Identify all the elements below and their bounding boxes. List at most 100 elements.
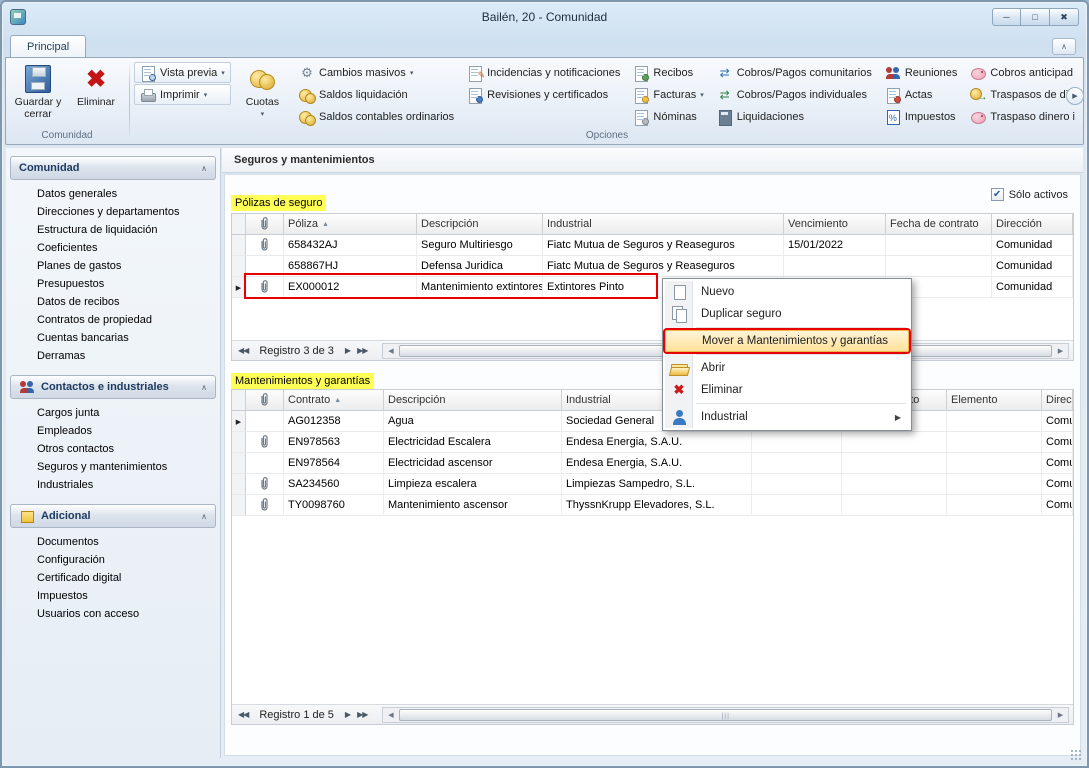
polizas-table-row[interactable]: 658432AJ Seguro Multiriesgo Fiatc Mutua … <box>232 235 1073 256</box>
cell-vencimiento[interactable]: 15/01/2022 <box>784 235 886 255</box>
cobros-pagos-individuales-button[interactable]: ⇄ Cobros/Pagos individuales <box>712 84 877 105</box>
traspasos-dinero-button[interactable]: Traspasos de din <box>965 84 1080 105</box>
cell-direccion[interactable]: Comunidad <box>1042 453 1073 473</box>
column-header-industrial[interactable]: Industrial <box>543 214 784 234</box>
horizontal-scrollbar[interactable]: ◀ ▶ <box>382 707 1069 723</box>
cell-descripcion[interactable]: Mantenimiento extintores <box>417 277 543 297</box>
cell-contrato[interactable]: AG012358 <box>284 411 384 431</box>
sidebar-item[interactable]: Cuentas bancarias <box>10 329 216 347</box>
close-button[interactable]: ✖ <box>1050 8 1079 26</box>
cell-descripcion[interactable]: Electricidad ascensor <box>384 453 562 473</box>
menu-item-duplicar-seguro[interactable]: Duplicar seguro <box>665 303 909 325</box>
nominas-button[interactable]: Nóminas <box>628 106 708 127</box>
impuestos-button[interactable]: Impuestos <box>880 106 963 127</box>
mantenimientos-table-row[interactable]: TY0098760 Mantenimiento ascensor ThyssnK… <box>232 495 1073 516</box>
cell-direccion[interactable]: Comunidad <box>1042 411 1073 431</box>
sidebar-item[interactable]: Planes de gastos <box>10 257 216 275</box>
column-header-elemento[interactable]: Elemento <box>947 390 1042 410</box>
nav-first-button[interactable]: ◀◀ <box>236 710 250 719</box>
nav-last-button[interactable]: ▶▶ <box>355 710 369 719</box>
cell-fecha-contrato[interactable] <box>886 256 992 276</box>
column-header-descripcion[interactable]: Descripción <box>417 214 543 234</box>
incidencias-button[interactable]: ✎ Incidencias y notificaciones <box>462 62 625 83</box>
tab-principal[interactable]: Principal <box>10 35 86 58</box>
sidebar-item[interactable]: Otros contactos <box>10 440 216 458</box>
mantenimientos-table-row[interactable]: SA234560 Limpieza escalera Limpiezas Sam… <box>232 474 1073 495</box>
sidebar-item[interactable]: Cargos junta <box>10 404 216 422</box>
column-header-vencimiento[interactable]: Vencimiento <box>784 214 886 234</box>
sidebar-item[interactable]: Configuración <box>10 551 216 569</box>
cell-industrial[interactable]: Fiatc Mutua de Seguros y Reaseguros <box>543 256 784 276</box>
cell-industrial[interactable]: ThyssnKrupp Elevadores, S.L. <box>562 495 752 515</box>
cell-contrato[interactable]: TY0098760 <box>284 495 384 515</box>
scroll-right-icon[interactable]: ▶ <box>1053 347 1068 355</box>
cell-direccion[interactable]: Comunidad <box>992 235 1073 255</box>
sidebar-item[interactable]: Datos de recibos <box>10 293 216 311</box>
scroll-right-icon[interactable]: ▶ <box>1053 711 1068 719</box>
cell-direccion[interactable]: Comunidad <box>1042 474 1073 494</box>
cell-poliza[interactable]: 658432AJ <box>284 235 417 255</box>
column-header-descripcion[interactable]: Descripción <box>384 390 562 410</box>
revisiones-button[interactable]: Revisiones y certificados <box>462 84 625 105</box>
scrollbar-thumb[interactable] <box>399 709 1052 721</box>
sidebar-item[interactable]: Empleados <box>10 422 216 440</box>
sidebar-item[interactable]: Impuestos <box>10 587 216 605</box>
scroll-left-icon[interactable]: ◀ <box>383 711 398 719</box>
cobros-anticipados-button[interactable]: Cobros anticipad <box>965 62 1080 83</box>
vista-previa-button[interactable]: Vista previa ▾ <box>134 62 231 83</box>
sidebar-item[interactable]: Presupuestos <box>10 275 216 293</box>
mantenimientos-table-row[interactable]: AG012358 Agua Sociedad General Comunidad <box>232 411 1073 432</box>
nav-first-button[interactable]: ◀◀ <box>236 346 250 355</box>
cell-poliza[interactable]: 658867HJ <box>284 256 417 276</box>
traspaso-dinero-i-button[interactable]: Traspaso dinero i <box>965 106 1080 127</box>
ribbon-scroll-right-button[interactable]: ▶ <box>1066 87 1084 105</box>
actas-button[interactable]: Actas <box>880 84 963 105</box>
cobros-pagos-comunitarios-button[interactable]: ⇄ Cobros/Pagos comunitarios <box>712 62 877 83</box>
collapse-ribbon-button[interactable]: ∧ <box>1052 38 1076 55</box>
sidebar-group-header-adicional[interactable]: Adicional ∧ <box>10 504 216 528</box>
cell-descripcion[interactable]: Limpieza escalera <box>384 474 562 494</box>
sidebar-item[interactable]: Usuarios con acceso <box>10 605 216 623</box>
menu-item-mover-a-mantenimientos[interactable]: Mover a Mantenimientos y garantías <box>665 330 909 352</box>
saldos-liquidacion-button[interactable]: Saldos liquidación <box>294 84 459 105</box>
cell-descripcion[interactable]: Electricidad Escalera <box>384 432 562 452</box>
menu-item-nuevo[interactable]: Nuevo <box>665 281 909 303</box>
cuotas-button[interactable]: Cuotas ▾ <box>234 61 291 127</box>
sidebar-item[interactable]: Certificado digital <box>10 569 216 587</box>
liquidaciones-button[interactable]: Liquidaciones <box>712 106 877 127</box>
cell-hidden[interactable] <box>752 495 842 515</box>
facturas-button[interactable]: Facturas ▾ <box>628 84 708 105</box>
eliminar-button[interactable]: ✖ Eliminar <box>67 61 125 127</box>
menu-item-eliminar[interactable]: ✖ Eliminar <box>665 379 909 401</box>
cell-elemento[interactable] <box>947 411 1042 431</box>
sidebar-group-header-contactos[interactable]: Contactos e industriales ∧ <box>10 375 216 399</box>
cell-descripcion[interactable]: Mantenimiento ascensor <box>384 495 562 515</box>
cell-industrial[interactable]: Fiatc Mutua de Seguros y Reaseguros <box>543 235 784 255</box>
polizas-table-row[interactable]: 658867HJ Defensa Juridica Fiatc Mutua de… <box>232 256 1073 277</box>
sidebar-item[interactable]: Contratos de propiedad <box>10 311 216 329</box>
maximize-button[interactable]: □ <box>1021 8 1050 26</box>
column-header-direccion[interactable]: Dirección <box>1042 390 1073 410</box>
cambios-masivos-button[interactable]: ⚙ Cambios masivos ▾ <box>294 62 459 83</box>
cell-hidden[interactable] <box>752 453 842 473</box>
guardar-y-cerrar-button[interactable]: Guardar y cerrar <box>9 61 67 127</box>
cell-elemento[interactable] <box>947 453 1042 473</box>
cell-direccion[interactable]: Comunidad <box>992 277 1073 297</box>
imprimir-button[interactable]: Imprimir ▾ <box>134 84 231 105</box>
cell-descripcion[interactable]: Seguro Multiriesgo <box>417 235 543 255</box>
cell-elemento[interactable] <box>947 495 1042 515</box>
cell-direccion[interactable]: Comunidad <box>992 256 1073 276</box>
saldos-contables-button[interactable]: Saldos contables ordinarios <box>294 106 459 127</box>
column-header-direccion[interactable]: Dirección <box>992 214 1073 234</box>
cell-descripcion[interactable]: Defensa Juridica <box>417 256 543 276</box>
reuniones-button[interactable]: Reuniones <box>880 62 963 83</box>
scroll-left-icon[interactable]: ◀ <box>383 347 398 355</box>
cell-fecha-contrato[interactable] <box>842 474 947 494</box>
cell-elemento[interactable] <box>947 474 1042 494</box>
menu-item-abrir[interactable]: Abrir <box>665 357 909 379</box>
cell-fecha-contrato[interactable] <box>886 235 992 255</box>
cell-descripcion[interactable]: Agua <box>384 411 562 431</box>
cell-contrato[interactable]: SA234560 <box>284 474 384 494</box>
cell-industrial[interactable]: Limpiezas Sampedro, S.L. <box>562 474 752 494</box>
cell-hidden[interactable] <box>752 432 842 452</box>
